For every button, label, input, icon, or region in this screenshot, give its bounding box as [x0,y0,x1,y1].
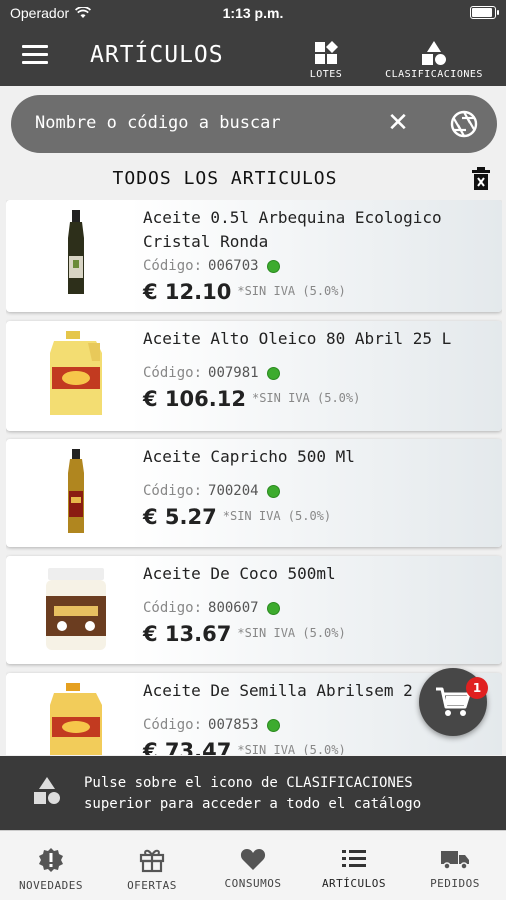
tax-note: *SIN IVA (5.0%) [251,391,361,405]
tab-label: NOVEDADES [18,879,84,892]
page-title: ARTÍCULOS [90,42,224,68]
shapes-icon [34,777,60,804]
code-label: Código: [143,483,203,499]
tax-note: *SIN IVA (5.0%) [237,626,346,640]
product-price: € 106.12 *SIN IVA (5.0%) [143,387,360,411]
code-label: Código: [143,365,203,381]
price-value: € 5.27 [143,505,217,529]
tab-label: CONSUMOS [224,877,282,890]
bottom-tab-bar: NOVEDADES OFERTAS CONSUMOS ARTÍCULOS PED… [0,830,506,900]
product-price: € 13.67 *SIN IVA (5.0%) [143,622,346,646]
price-value: € 73.47 [143,739,232,755]
shapes-icon [422,41,446,65]
product-code: Código: 007853 [143,717,280,733]
clasificaciones-label: CLASIFICACIONES [385,69,483,80]
product-name: Aceite De Coco 500ml [143,564,336,583]
code-label: Código: [143,600,203,616]
product-price: € 12.10 *SIN IVA (5.0%) [143,280,346,304]
price-value: € 106.12 [143,387,246,411]
hint-banner: Pulse sobre el icono de CLASIFICACIONES … [0,756,506,830]
product-code: Código: 800607 [143,600,280,616]
status-bar: Operador 1:13 p.m. [0,0,506,26]
code-label: Código: [143,717,203,733]
stock-indicator [266,259,280,273]
tab-pedidos[interactable]: PEDIDOS [405,847,505,890]
tax-note: *SIN IVA (5.0%) [222,509,332,523]
search-bar[interactable]: Nombre o código a buscar ✕ [11,95,497,153]
coconut-oil-jar-image [46,568,106,650]
product-name: Aceite Capricho 500 Ml [143,447,355,466]
code-label: Código: [143,258,203,274]
truck-icon [441,851,469,870]
code-value: 006703 [208,258,259,274]
camera-shutter-icon[interactable] [450,110,478,138]
stock-indicator [266,366,280,380]
product-code: Código: 700204 [143,483,280,499]
product-price: € 73.47 *SIN IVA (5.0%) [143,739,346,755]
code-value: 007853 [208,717,259,733]
stock-indicator [266,601,280,615]
price-value: € 13.67 [143,622,232,646]
code-value: 700204 [208,483,259,499]
tab-ofertas[interactable]: OFERTAS [102,847,202,892]
oil-jug-image [50,683,102,755]
oil-bottle-image [68,449,84,533]
product-code: Código: 007981 [143,365,280,381]
tax-note: *SIN IVA (5.0%) [237,284,346,298]
tab-label: OFERTAS [127,879,177,892]
price-value: € 12.10 [143,280,232,304]
product-name: Aceite 0.5l Arbequina Ecologico Cristal … [143,208,442,251]
lotes-icon [315,41,338,64]
stock-indicator [266,718,280,732]
section-title: TODOS LOS ARTICULOS [112,168,338,189]
product-card[interactable]: Aceite Capricho 500 Ml Código: 700204 € … [6,439,502,547]
list-icon [342,850,366,867]
heart-icon [240,849,266,870]
tab-label: ARTÍCULOS [321,877,387,890]
product-price: € 5.27 *SIN IVA (5.0%) [143,505,331,529]
product-list[interactable]: Aceite 0.5l Arbequina Ecologico Cristal … [6,200,502,755]
product-card[interactable]: Aceite 0.5l Arbequina Ecologico Cristal … [6,200,502,312]
product-code: Código: 006703 [143,258,280,274]
app-bar: ARTÍCULOS LOTES CLASIFICACIONES [0,26,506,86]
product-card[interactable]: Aceite Alto Oleico 80 Abril 25 L Código:… [6,321,502,431]
code-value: 800607 [208,600,259,616]
lotes-button[interactable]: LOTES [306,40,346,80]
stock-indicator [266,484,280,498]
clock: 1:13 p.m. [222,5,284,21]
lotes-label: LOTES [309,69,343,80]
search-input[interactable]: Nombre o código a buscar [35,113,281,133]
battery-icon [470,6,499,19]
cart-count-badge: 1 [466,677,488,699]
olive-oil-bottle-image [68,210,84,294]
product-card[interactable]: Aceite De Coco 500ml Código: 800607 € 13… [6,556,502,664]
menu-button[interactable] [22,45,48,67]
tab-articulos[interactable]: ARTÍCULOS [304,847,404,890]
tab-label: PEDIDOS [430,877,480,890]
oil-jug-image [50,331,102,415]
trash-icon[interactable] [471,167,491,191]
clasificaciones-button[interactable]: CLASIFICACIONES [380,40,488,80]
alert-badge-icon [39,848,63,872]
gift-icon [139,849,165,873]
tab-novedades[interactable]: NOVEDADES [1,847,101,892]
tax-note: *SIN IVA (5.0%) [237,743,346,755]
clear-search-icon[interactable]: ✕ [383,110,413,136]
tab-consumos[interactable]: CONSUMOS [203,847,303,890]
product-name: Aceite Alto Oleico 80 Abril 25 L [143,329,452,348]
hint-text: Pulse sobre el icono de CLASIFICACIONES … [84,775,422,812]
code-value: 007981 [208,365,259,381]
